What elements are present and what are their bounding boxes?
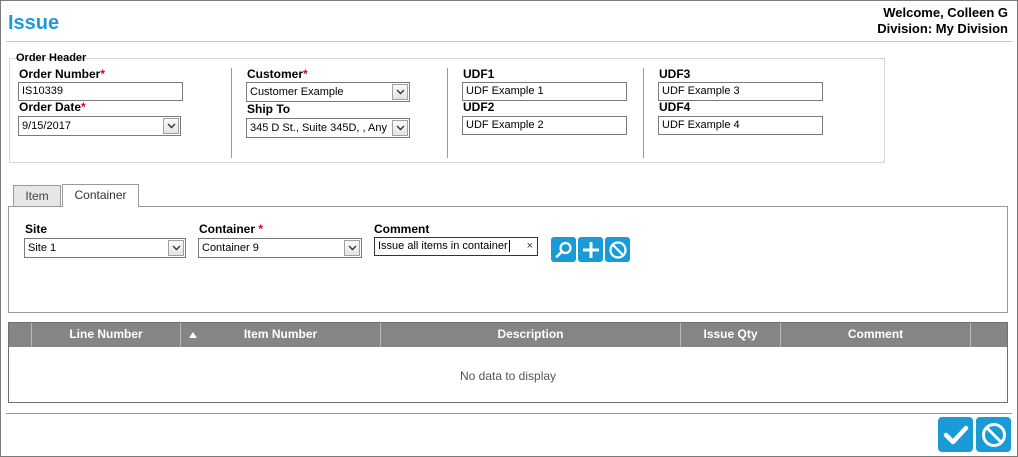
- udf1-field[interactable]: UDF Example 1: [462, 82, 627, 101]
- ship-to-select[interactable]: 345 D St., Suite 345D, , Any: [246, 118, 410, 138]
- udf4-field[interactable]: UDF Example 4: [658, 116, 823, 135]
- cancel-icon: [981, 422, 1006, 447]
- required-marker: *: [81, 100, 86, 114]
- container-label: Container *: [199, 222, 264, 236]
- footer-divider: [6, 413, 1012, 414]
- udf3-label: UDF3: [659, 67, 691, 81]
- division-text: Division: My Division: [877, 21, 1008, 36]
- clear-icon[interactable]: ×: [527, 238, 533, 255]
- udf4-label: UDF4: [659, 100, 691, 114]
- udf2-label: UDF2: [463, 100, 495, 114]
- udf1-label: UDF1: [463, 67, 495, 81]
- cancel-icon: [608, 240, 627, 259]
- comment-field[interactable]: Issue all items in container ×: [374, 237, 538, 256]
- grid-header: Line Number Item Number Description Issu…: [9, 323, 1007, 347]
- container-tab-panel: [8, 206, 1008, 313]
- tab-item[interactable]: Item: [13, 185, 61, 207]
- column-header-line-number[interactable]: Line Number: [32, 323, 197, 347]
- chevron-down-icon[interactable]: [392, 120, 408, 136]
- udf3-field[interactable]: UDF Example 3: [658, 82, 823, 101]
- order-header-legend: Order Header: [16, 52, 87, 64]
- grid-filler-header: [971, 323, 1007, 347]
- title-divider: [6, 41, 1012, 42]
- ship-to-label: Ship To: [247, 102, 291, 116]
- page-title: Issue: [8, 12, 60, 34]
- grid-row-selector-header: [9, 323, 32, 347]
- search-button[interactable]: [551, 237, 576, 262]
- required-marker: *: [303, 67, 308, 81]
- search-icon: [555, 241, 572, 258]
- chevron-down-icon[interactable]: [344, 240, 360, 256]
- chevron-down-icon[interactable]: [392, 84, 408, 100]
- required-marker: *: [258, 222, 264, 236]
- checkmark-icon: [943, 425, 968, 444]
- chevron-down-icon[interactable]: [163, 118, 179, 134]
- user-info: Welcome, Colleen G Division: My Division: [877, 5, 1008, 37]
- order-date-picker[interactable]: 9/15/2017: [18, 116, 181, 136]
- required-marker: *: [100, 67, 106, 81]
- order-number-field[interactable]: IS10339: [18, 82, 183, 101]
- confirm-button[interactable]: [938, 417, 973, 452]
- column-header-item-number[interactable]: Item Number: [181, 323, 381, 347]
- site-label: Site: [25, 222, 48, 236]
- clear-button[interactable]: [605, 237, 630, 262]
- comment-label: Comment: [374, 222, 430, 236]
- cancel-button[interactable]: [976, 417, 1011, 452]
- container-select[interactable]: Container 9: [198, 238, 362, 258]
- chevron-down-icon[interactable]: [168, 240, 184, 256]
- customer-label: Customer*: [247, 67, 308, 81]
- add-button[interactable]: [578, 237, 603, 262]
- order-number-label: Order Number*: [19, 67, 106, 81]
- issue-lines-grid: Line Number Item Number Description Issu…: [8, 322, 1008, 403]
- column-divider: [447, 68, 448, 158]
- plus-icon: [582, 241, 599, 258]
- comment-text: Issue all items in container: [378, 240, 508, 252]
- customer-select[interactable]: Customer Example: [246, 82, 410, 102]
- column-divider: [643, 68, 644, 158]
- text-cursor: [508, 240, 510, 252]
- site-select[interactable]: Site 1: [24, 238, 186, 258]
- column-header-description[interactable]: Description: [381, 323, 681, 347]
- welcome-text: Welcome, Colleen G: [883, 5, 1008, 20]
- empty-message: No data to display: [459, 369, 557, 383]
- tab-container[interactable]: Container: [62, 184, 139, 207]
- column-header-comment[interactable]: Comment: [781, 323, 971, 347]
- column-header-issue-qty[interactable]: Issue Qty: [681, 323, 781, 347]
- column-divider: [231, 68, 232, 158]
- order-date-label: Order Date*: [19, 100, 86, 114]
- udf2-field[interactable]: UDF Example 2: [462, 116, 627, 135]
